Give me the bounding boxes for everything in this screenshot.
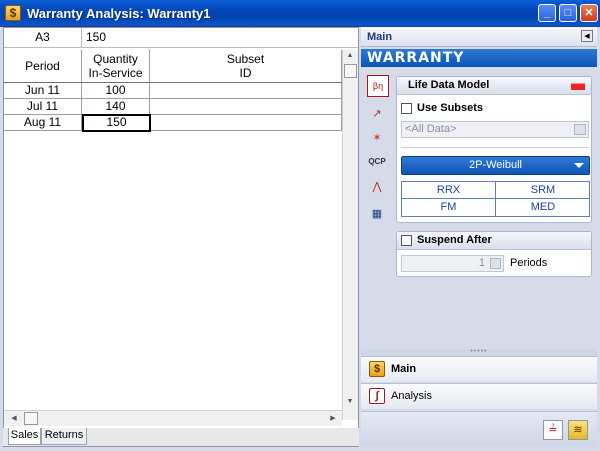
- panel-splitter[interactable]: •••••: [361, 348, 597, 356]
- panel-header: Main ◀: [361, 27, 597, 47]
- subset-select-value: <All Data>: [405, 123, 457, 135]
- minimize-button[interactable]: _: [538, 4, 556, 22]
- column-header-subset[interactable]: Subset ID: [150, 50, 342, 83]
- suspend-periods-stepper[interactable]: 1: [401, 255, 504, 272]
- dollar-icon: $: [369, 361, 385, 377]
- horizontal-scrollbar[interactable]: ◀ ▶: [4, 410, 342, 426]
- calculate-icon[interactable]: ≟: [543, 420, 563, 440]
- method-rrx-button[interactable]: RRX: [402, 182, 496, 199]
- model-indicator-icon: [571, 83, 585, 90]
- table-cell-quantity[interactable]: 140: [82, 99, 150, 115]
- chevron-down-icon: [574, 163, 584, 168]
- analysis-icon: ∫: [369, 388, 385, 404]
- table-cell-subset[interactable]: [150, 83, 342, 99]
- nav-item-label: Main: [391, 363, 417, 375]
- life-data-model-title: Life Data Model: [408, 79, 490, 91]
- method-fm-button[interactable]: FM: [402, 199, 496, 216]
- suspend-after-group: Suspend After 1 Periods: [396, 231, 592, 277]
- panel-header-title: Main: [367, 31, 393, 43]
- scroll-up-icon[interactable]: ▲: [343, 52, 357, 59]
- periods-label: Periods: [510, 257, 548, 269]
- method-srm-button[interactable]: SRM: [496, 182, 590, 199]
- suspend-after-header: Suspend After: [397, 232, 591, 250]
- scroll-right-icon[interactable]: ▶: [326, 414, 340, 422]
- column-header-label: Subset: [226, 52, 265, 66]
- vertical-scrollbar[interactable]: ▲ ▼: [342, 50, 358, 420]
- close-button[interactable]: ✕: [580, 4, 598, 22]
- column-header-label: Quantity: [93, 52, 138, 66]
- dropdown-icon[interactable]: [574, 124, 586, 135]
- maximize-button[interactable]: □: [559, 4, 577, 22]
- collapse-panel-icon[interactable]: ◀: [581, 30, 593, 42]
- scroll-down-icon[interactable]: ▼: [343, 398, 357, 405]
- life-data-model-group: Life Data Model Use Subsets <All Data> 2…: [396, 76, 592, 223]
- banner-title: WARRANTY: [367, 50, 465, 66]
- distribution-value: 2P-Weibull: [469, 159, 522, 171]
- table-cell-period[interactable]: Aug 11: [4, 115, 82, 131]
- nav-item-main[interactable]: $ Main: [361, 356, 597, 382]
- method-med-button[interactable]: MED: [496, 199, 590, 216]
- quick-calc-icon[interactable]: ✶: [367, 128, 387, 148]
- column-header-sublabel: In-Service: [88, 66, 143, 80]
- column-header-sublabel: ID: [239, 66, 252, 80]
- cell-reference-box[interactable]: A3: [4, 28, 82, 48]
- transfer-data-icon[interactable]: ▦: [367, 204, 387, 224]
- horizontal-scroll-thumb[interactable]: [24, 412, 38, 425]
- table-cell-subset[interactable]: [151, 115, 342, 131]
- parameters-icon[interactable]: βη: [367, 75, 389, 97]
- analysis-method-grid: RRX SRM FM MED: [401, 181, 590, 217]
- scroll-left-icon[interactable]: ◀: [7, 414, 21, 422]
- plot-results-icon[interactable]: ≋: [568, 420, 588, 440]
- table-cell-period[interactable]: Jun 11: [4, 83, 82, 99]
- column-header-quantity[interactable]: Quantity In-Service: [82, 50, 150, 83]
- column-header-period[interactable]: Period: [4, 50, 82, 83]
- suspend-after-title: Suspend After: [417, 234, 492, 246]
- stepper-arrows-icon[interactable]: [490, 258, 501, 269]
- window-title: Warranty Analysis: Warranty1: [27, 6, 211, 21]
- tab-returns[interactable]: Returns: [41, 428, 87, 445]
- dollar-app-icon: $: [5, 5, 21, 21]
- nav-item-label: Analysis: [391, 390, 432, 402]
- divider: [401, 147, 589, 148]
- column-header-label: Period: [25, 59, 60, 73]
- distribution-dropdown[interactable]: 2P-Weibull: [401, 156, 590, 175]
- plot-icon[interactable]: ⋀: [367, 177, 387, 197]
- qcp-icon[interactable]: QCP: [367, 152, 387, 172]
- tab-sales[interactable]: Sales: [8, 428, 41, 445]
- nav-item-analysis[interactable]: ∫ Analysis: [361, 383, 597, 409]
- data-sheet: A3 150 Period Quantity In-Service Subset…: [3, 27, 359, 447]
- panel-footer: ≟ ≋: [361, 411, 597, 447]
- use-subsets-label: Use Subsets: [417, 102, 484, 114]
- sheet-tab-bar: Sales Returns: [3, 428, 359, 446]
- probability-plot-icon[interactable]: ↗: [367, 104, 387, 124]
- table-cell-period[interactable]: Jul 11: [4, 99, 82, 115]
- life-data-model-header: Life Data Model: [397, 77, 591, 95]
- warranty-banner: WARRANTY: [361, 49, 597, 67]
- control-panel: Main ◀ WARRANTY βη ↗ ✶ QCP ⋀ ▦ Life Data…: [361, 27, 597, 447]
- table-cell-quantity-selected[interactable]: 150: [82, 114, 151, 132]
- subset-select[interactable]: <All Data>: [401, 121, 589, 138]
- title-bar: $ Warranty Analysis: Warranty1 _ □ ✕: [0, 0, 600, 27]
- suspend-after-checkbox[interactable]: [401, 235, 412, 246]
- table-cell-subset[interactable]: [150, 99, 342, 115]
- formula-input[interactable]: 150: [82, 28, 358, 48]
- suspend-periods-value: 1: [478, 257, 485, 269]
- vertical-scroll-thumb[interactable]: [344, 64, 357, 78]
- use-subsets-checkbox[interactable]: [401, 103, 412, 114]
- table-cell-quantity[interactable]: 100: [82, 83, 150, 99]
